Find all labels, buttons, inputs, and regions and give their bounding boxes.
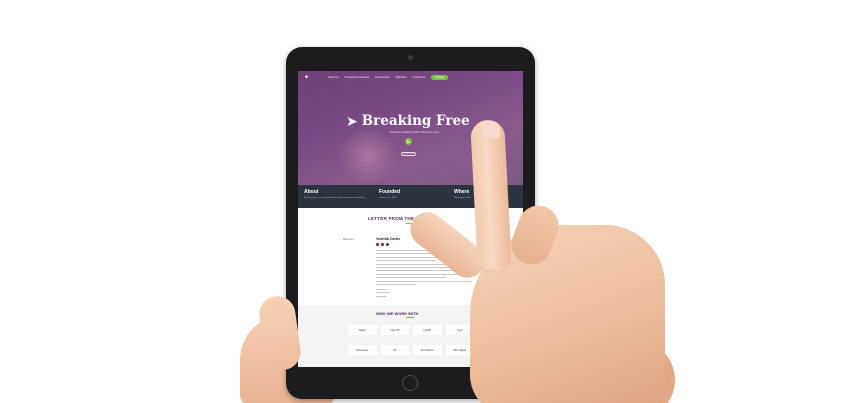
letter-text-line xyxy=(376,280,472,282)
letter-text-line xyxy=(376,277,446,279)
partner-logo[interactable]: Foundation xyxy=(413,345,442,355)
donate-button[interactable]: Donate xyxy=(431,74,448,80)
partner-logo[interactable]: Safari xyxy=(348,325,377,335)
letter-text-line xyxy=(376,283,416,285)
founder-name: Vednita Carter xyxy=(376,237,401,241)
info-founded-heading: Founded xyxy=(379,189,401,195)
nav-item-programs[interactable]: Programs & Services xyxy=(345,76,369,79)
site-title: Breaking Free xyxy=(361,113,470,129)
letter-text-line xyxy=(376,295,386,297)
fingernail xyxy=(482,121,500,139)
twitter-icon[interactable] xyxy=(381,243,384,246)
play-video-button[interactable]: ▶ xyxy=(405,138,412,145)
linkedin-icon[interactable] xyxy=(386,243,389,246)
partner-logo[interactable]: AT xyxy=(380,345,409,355)
partner-logo[interactable]: Clay Hill xyxy=(380,325,409,335)
nav-item-about[interactable]: About Us xyxy=(328,76,339,79)
bird-logo-icon[interactable]: ✦ xyxy=(304,74,314,81)
info-about-heading: About xyxy=(304,189,319,195)
nav-item-contact[interactable]: Contact Us xyxy=(413,76,426,79)
founder-social-icons xyxy=(376,243,389,246)
letter-text-line xyxy=(376,292,390,294)
partner-logo[interactable]: Minnesota xyxy=(348,345,377,355)
hero-background-photo xyxy=(338,126,398,185)
nav-menu: About Us Programs & Services Get Involve… xyxy=(328,76,425,79)
letter-side-label: Welcome ! xyxy=(343,238,355,241)
nav-item-sponsors[interactable]: Spenserz xyxy=(396,76,407,79)
info-about-body: Breaking Free is a nonprofit dedicated t… xyxy=(304,197,365,199)
letter-text-line xyxy=(376,288,386,290)
hero-tagline: Survivors Helping Victims Become Free xyxy=(390,130,440,134)
site-nav: ✦ About Us Programs & Services Get Invol… xyxy=(298,71,523,83)
info-about: About Breaking Free is a nonprofit dedic… xyxy=(298,185,373,208)
facebook-icon[interactable] xyxy=(376,243,379,246)
partner-logo-grid: Safari Clay Hill Health Logo Minnesota A… xyxy=(346,325,476,355)
home-button[interactable] xyxy=(402,375,418,391)
partners-title-underline xyxy=(406,317,414,318)
photo-scene: ✦ About Us Programs & Services Get Invol… xyxy=(0,0,860,403)
letter-text-line xyxy=(376,260,436,262)
hero-title: ➤ Breaking Free xyxy=(346,113,470,129)
nav-item-get-involved[interactable]: Get Involved xyxy=(375,76,390,79)
bird-icon: ➤ xyxy=(346,113,358,129)
partners-title: WHO WE WORK WITH xyxy=(376,311,419,316)
front-camera xyxy=(408,55,413,60)
info-founded-body: January 1st, 1996 xyxy=(379,197,397,199)
info-founded: Founded January 1st, 1996 xyxy=(373,185,448,208)
partner-logo[interactable]: Health xyxy=(413,325,442,335)
learn-more-button[interactable]: Learn More xyxy=(401,152,416,156)
